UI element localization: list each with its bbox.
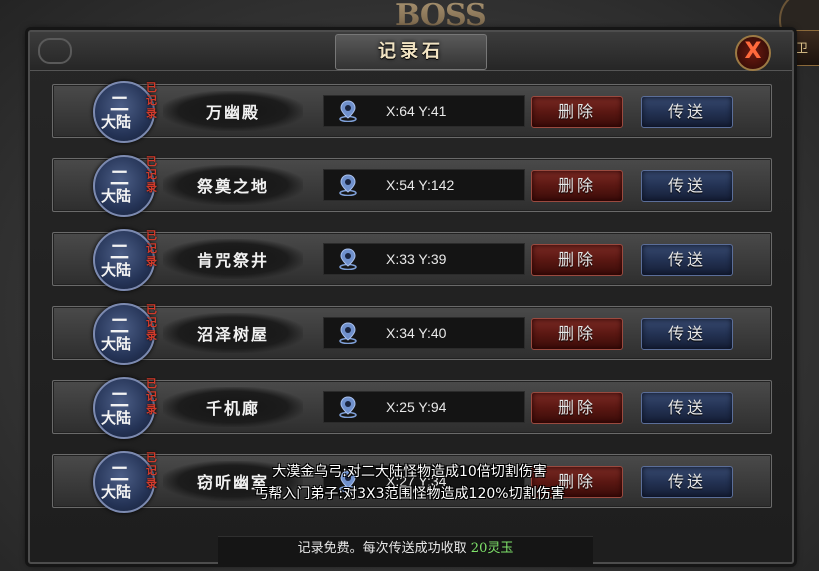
tooltip-line: 大漠金乌弓:对二大陆怪物造成10倍切割伤害 [272, 464, 547, 480]
coordinates: X:25 Y:94 [386, 399, 447, 415]
record-row: 二 大陆 已记录 万幽殿 X:64 Y:41 删除 传送 [52, 81, 772, 143]
recorded-tag: 已记录 [146, 229, 157, 268]
location-name: 肯咒祭井 [196, 251, 269, 270]
delete-button[interactable]: 删除 [531, 170, 623, 202]
recorded-tag: 已记录 [146, 81, 157, 120]
region-label: 大陆 [101, 261, 132, 279]
close-button[interactable]: X [735, 35, 771, 71]
coordinates: X:34 Y:40 [386, 325, 447, 341]
region-label: 大陆 [101, 187, 132, 205]
coordinate-box: X:64 Y:41 [323, 95, 525, 127]
teleport-button[interactable]: 传送 [641, 244, 733, 276]
location-name: 千机廊 [205, 399, 260, 418]
delete-button[interactable]: 删除 [531, 318, 623, 350]
location-name: 万幽殿 [205, 103, 260, 122]
footer-note: 记录免费。每次传送成功收取 20灵玉 [218, 536, 593, 567]
teleport-button[interactable]: 传送 [641, 392, 733, 424]
location-name: 祭奠之地 [196, 177, 269, 196]
delete-button[interactable]: 删除 [531, 96, 623, 128]
record-row: 二 大陆 已记录 肯咒祭井 X:33 Y:39 删除 传送 [52, 229, 772, 291]
tooltip-line: 丐帮入门弟子:对3X3范围怪物造成120%切割伤害 [254, 486, 565, 502]
footer-text: 记录免费。每次传送成功收取 [297, 541, 467, 556]
coordinates: X:54 Y:142 [386, 177, 455, 193]
teleport-button[interactable]: 传送 [641, 318, 733, 350]
recorded-tag: 已记录 [146, 377, 157, 416]
teleport-button[interactable]: 传送 [641, 170, 733, 202]
location-name: 沼泽树屋 [196, 325, 269, 344]
region-label: 大陆 [101, 409, 132, 427]
window-header: 记录石 X [30, 32, 792, 71]
recorded-tag: 已记录 [146, 155, 157, 194]
record-row: 二 大陆 已记录 祭奠之地 X:54 Y:142 删除 传送 [52, 155, 772, 217]
coordinates: X:64 Y:41 [386, 103, 447, 119]
location-pin-icon [339, 248, 357, 270]
delete-button[interactable]: 删除 [531, 244, 623, 276]
recorded-tag: 已记录 [146, 303, 157, 342]
location-pin-icon [339, 322, 357, 344]
record-row: 二 大陆 已记录 千机廊 X:25 Y:94 删除 传送 [52, 377, 772, 439]
fee-amount: 20灵玉 [470, 541, 514, 556]
coordinate-box: X:54 Y:142 [323, 169, 525, 201]
location-pin-icon [339, 100, 357, 122]
window-title: 记录石 [378, 41, 444, 62]
record-row: 二 大陆 已记录 沼泽树屋 X:34 Y:40 删除 传送 [52, 303, 772, 365]
region-label: 大陆 [101, 335, 132, 353]
coordinate-box: X:25 Y:94 [323, 391, 525, 423]
title-plate: 记录石 [335, 34, 487, 70]
coordinate-box: X:34 Y:40 [323, 317, 525, 349]
delete-button[interactable]: 删除 [531, 392, 623, 424]
location-pin-icon [339, 174, 357, 196]
location-pin-icon [339, 396, 357, 418]
teleport-button[interactable]: 传送 [641, 96, 733, 128]
ornament-left [38, 38, 72, 64]
coordinates: X:33 Y:39 [386, 251, 447, 267]
region-label: 大陆 [101, 113, 132, 131]
coordinate-box: X:33 Y:39 [323, 243, 525, 275]
